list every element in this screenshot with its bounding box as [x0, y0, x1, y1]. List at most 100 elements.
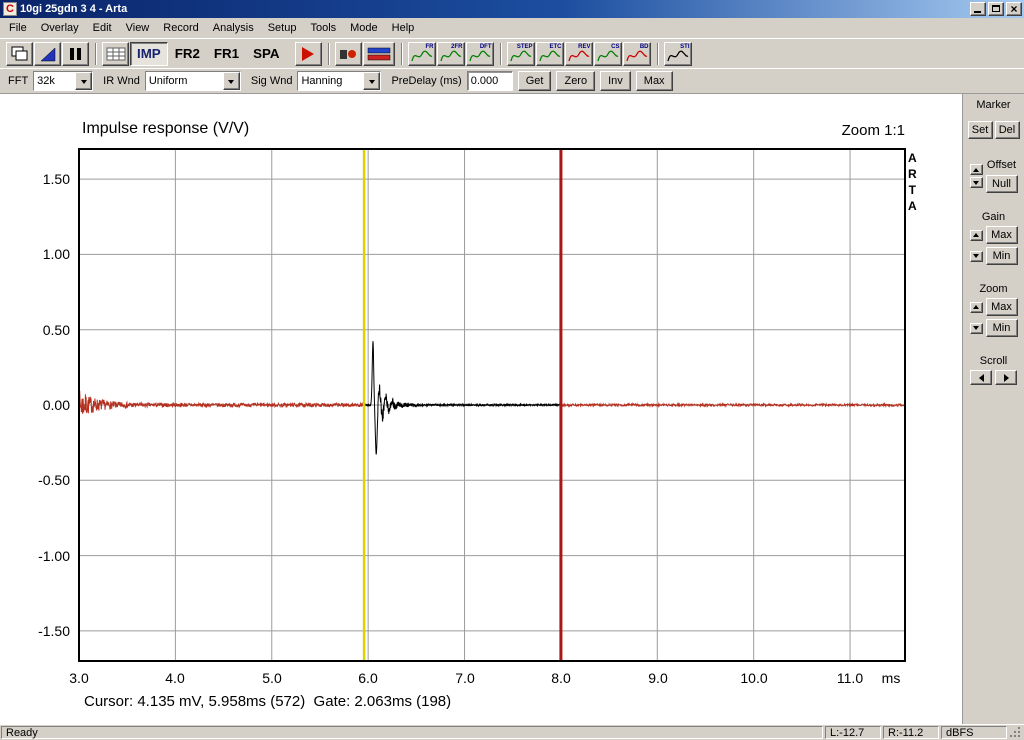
ir-wnd-select[interactable]: Uniform: [144, 71, 241, 91]
minimize-button[interactable]: [970, 2, 986, 16]
sti-analysis-button[interactable]: STI: [663, 41, 692, 66]
analysis-icon-label: 2FR: [451, 43, 463, 50]
sig-wnd-select[interactable]: Hanning: [297, 71, 382, 91]
menu-item-file[interactable]: File: [2, 20, 34, 36]
max-button[interactable]: Max: [635, 71, 673, 91]
sig-wnd-dropdown-arrow[interactable]: [363, 72, 381, 90]
title-bar: C 10gi 25gdn 3 4 - Arta ×: [0, 0, 1024, 18]
inv-button[interactable]: Inv: [600, 71, 631, 91]
menu-item-edit[interactable]: Edit: [86, 20, 119, 36]
x-axis-tick: 10.0: [740, 670, 768, 686]
scroll-right-button[interactable]: [995, 370, 1017, 385]
x-axis-unit: ms: [881, 670, 901, 686]
rev-analysis-button[interactable]: REV: [564, 41, 593, 66]
arrow-up-icon: [973, 167, 979, 172]
pause-button[interactable]: [62, 41, 89, 66]
level-meter-button[interactable]: [362, 41, 395, 66]
grid-view-button[interactable]: [102, 41, 129, 66]
x-axis-tick: 9.0: [648, 670, 668, 686]
zoom-max-button[interactable]: Max: [985, 298, 1018, 316]
control-bar: FFT 32k IR Wnd Uniform Sig Wnd Hanning P…: [0, 68, 1024, 94]
offset-label: Offset: [986, 159, 1017, 171]
analysis-icon-label: BD: [639, 43, 649, 50]
triangle-icon: [39, 46, 55, 61]
step-analysis-button[interactable]: STEP: [506, 41, 535, 66]
arta-watermark: ARTA: [908, 151, 917, 213]
chevron-down-icon: [368, 79, 375, 87]
impulse-response-plot[interactable]: [78, 148, 906, 662]
predelay-label: PreDelay (ms): [391, 75, 462, 87]
bd-analysis-button[interactable]: BD: [622, 41, 651, 66]
fft-select[interactable]: 32k: [33, 71, 94, 91]
menu-item-setup[interactable]: Setup: [261, 20, 304, 36]
cs-analysis-button[interactable]: CS: [593, 41, 622, 66]
fft-dropdown-arrow[interactable]: [75, 72, 93, 90]
gain-min-button[interactable]: Min: [985, 247, 1018, 265]
scroll-label: Scroll: [979, 355, 1008, 367]
x-axis-tick: 11.0: [836, 670, 864, 686]
etc-analysis-button[interactable]: ETC: [535, 41, 564, 66]
color-scheme-button[interactable]: [34, 41, 61, 66]
arrow-right-icon: [1003, 373, 1009, 382]
menu-item-overlay[interactable]: Overlay: [34, 20, 86, 36]
toolbar-separator: [656, 42, 659, 65]
y-axis-tick: 1.50: [42, 171, 70, 187]
arrow-down-icon: [973, 254, 979, 258]
toolbar-separator: [499, 42, 502, 65]
analysis-icon-label: FR: [425, 43, 434, 50]
menu-item-tools[interactable]: Tools: [303, 20, 343, 36]
zero-button[interactable]: Zero: [556, 71, 596, 91]
gain-max-button[interactable]: Max: [985, 226, 1018, 244]
offset-null-button[interactable]: Null: [985, 175, 1018, 193]
close-icon: ×: [1010, 1, 1018, 16]
close-button[interactable]: ×: [1006, 2, 1022, 16]
gain-up-button[interactable]: [969, 229, 983, 241]
zoom-out-button[interactable]: [969, 322, 983, 334]
x-axis-tick: 5.0: [262, 670, 282, 686]
analysis-icon-label: CS: [611, 43, 620, 50]
sig-wnd-label: Sig Wnd: [250, 75, 293, 87]
plot-client-area: Impulse response (V/V) Zoom 1:1 ARTA 1.5…: [0, 94, 962, 724]
y-axis-tick: 0.50: [42, 322, 70, 338]
arrow-left-icon: [978, 373, 984, 382]
offset-up-button[interactable]: [969, 164, 983, 175]
status-ready: Ready: [1, 726, 823, 739]
x-axis-tick: 7.0: [455, 670, 475, 686]
zoom-min-button[interactable]: Min: [985, 319, 1018, 337]
get-button[interactable]: Get: [517, 71, 552, 91]
marker-set-button[interactable]: Set: [967, 121, 993, 139]
menu-item-analysis[interactable]: Analysis: [206, 20, 261, 36]
ir-wnd-dropdown-arrow[interactable]: [222, 72, 240, 90]
analysis-icon-label: STI: [680, 43, 690, 50]
generator-button[interactable]: [334, 41, 362, 66]
marker-del-button[interactable]: Del: [994, 121, 1020, 139]
menu-item-record[interactable]: Record: [156, 20, 205, 36]
grid-icon: [106, 47, 125, 60]
x-axis-tick: 8.0: [551, 670, 571, 686]
fr2-analysis-button[interactable]: 2FR: [436, 41, 465, 66]
menu-item-view[interactable]: View: [119, 20, 157, 36]
scroll-left-button[interactable]: [970, 370, 992, 385]
dft-analysis-button[interactable]: DFT: [465, 41, 494, 66]
mode-imp-button[interactable]: IMP: [130, 41, 168, 66]
arrow-up-icon: [973, 305, 979, 309]
resize-grip[interactable]: [1009, 726, 1022, 739]
zoom-in-button[interactable]: [969, 301, 983, 313]
predelay-input[interactable]: [466, 71, 513, 91]
fr-analysis-button[interactable]: FR: [407, 41, 436, 66]
menu-item-mode[interactable]: Mode: [343, 20, 385, 36]
mode-fr1-button[interactable]: FR1: [207, 42, 246, 66]
x-axis-tick: 6.0: [358, 670, 378, 686]
y-axis-tick: 0.00: [42, 397, 70, 413]
ir-wnd-label: IR Wnd: [103, 75, 140, 87]
record-play-button[interactable]: [294, 41, 322, 66]
mode-spa-button[interactable]: SPA: [246, 42, 286, 66]
maximize-button[interactable]: [988, 2, 1004, 16]
mode-fr2-button[interactable]: FR2: [168, 42, 207, 66]
copy-button[interactable]: [6, 41, 33, 66]
offset-down-button[interactable]: [969, 177, 983, 188]
toolbar-separator: [327, 42, 330, 65]
menu-item-help[interactable]: Help: [385, 20, 422, 36]
chevron-down-icon: [228, 79, 235, 87]
gain-down-button[interactable]: [969, 250, 983, 262]
